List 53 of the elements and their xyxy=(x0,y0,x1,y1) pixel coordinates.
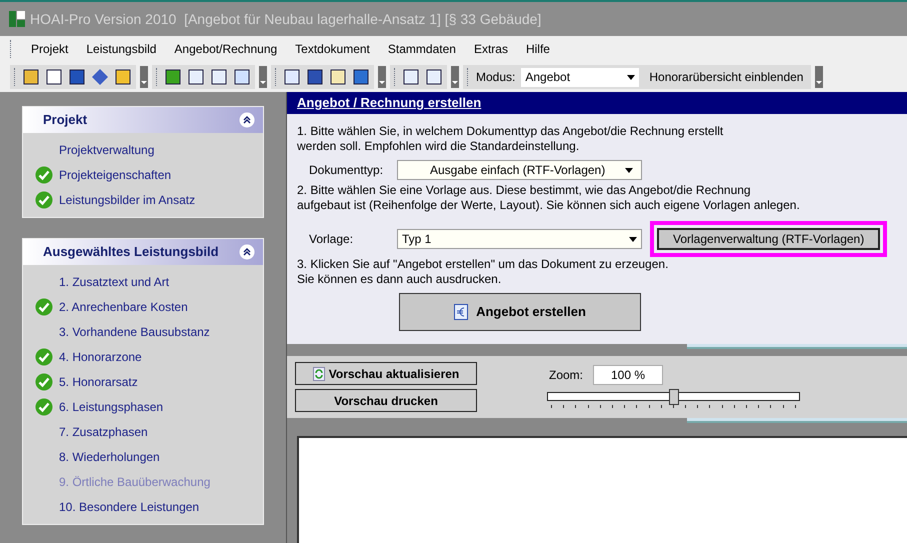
instruction-text: 1. Bitte wählen Sie, in welchem Dokumenttyp das Angebot/die Rechnung erstellt werden soll. Empfohlen wird die Standardeinstellung. xyxy=(297,124,724,154)
sidebar-link[interactable]: Leistungsbilder im Ansatz xyxy=(59,191,196,209)
document-type-dropdown[interactable]: Ausgabe einfach (RTF-Vorlagen) xyxy=(397,160,642,180)
sidebar-link[interactable]: 3. Vorhandene Bausubstanz xyxy=(59,323,210,341)
menu-item[interactable]: Extras xyxy=(474,40,508,58)
diamond-icon[interactable] xyxy=(91,68,109,86)
sidebar-link[interactable]: 4. Honorarzone xyxy=(59,348,142,366)
sidebar-link[interactable]: 5. Honorarsatz xyxy=(59,373,138,391)
collapse-icon[interactable] xyxy=(239,244,255,260)
panel-title: Angebot / Rechnung erstellen xyxy=(297,94,482,112)
window-title: HOAI-Pro Version 2010 [Angebot für Neubau lagerhalle-Ansatz 1] [§ 33 Gebäude] xyxy=(30,10,542,29)
create-offer-button[interactable]: Angebot erstellen xyxy=(399,293,641,331)
menu-item[interactable]: Hilfe xyxy=(526,40,550,58)
modus-dropdown[interactable]: Angebot xyxy=(521,68,640,86)
menu-item[interactable]: Leistungsbild xyxy=(86,40,156,58)
zoom-label: Zoom: xyxy=(549,367,584,384)
chevron-down-icon[interactable] xyxy=(451,66,459,88)
sidebar-link[interactable]: 6. Leistungsphasen xyxy=(59,398,164,416)
menu-item[interactable]: Stammdaten xyxy=(388,40,456,58)
sidebar-link[interactable]: 8. Wiederholungen xyxy=(59,448,160,466)
panel-title: Projekt xyxy=(43,111,88,130)
modus-label: Modus: xyxy=(476,69,516,86)
sidebar-link[interactable]: Projektverwaltung xyxy=(59,141,154,159)
collapse-icon[interactable] xyxy=(239,112,255,128)
sidebar-link[interactable]: Projekteigenschaften xyxy=(59,166,172,184)
sidebar-link[interactable]: 10. Besondere Leistungen xyxy=(59,498,200,516)
app-icon xyxy=(8,10,26,28)
chevron-down-icon[interactable] xyxy=(815,66,824,88)
menu-item[interactable]: Projekt xyxy=(31,40,68,58)
instruction-text: 3. Klicken Sie auf "Angebot erstellen" um das Dokument zu erzeugen. Sie können es dann auch ausdrucken. xyxy=(297,257,670,287)
caret-icon xyxy=(625,168,633,172)
sidebar-link[interactable]: 7. Zusatzphasen xyxy=(59,423,148,441)
sidebar-link[interactable]: 1. Zusatztext und Art xyxy=(59,273,170,291)
slider-thumb[interactable] xyxy=(668,389,678,405)
field-label: Vorlage: xyxy=(309,231,354,248)
toggle-button[interactable]: Honorarübersicht einblenden xyxy=(645,67,808,87)
instruction-text: 2. Bitte wählen Sie eine Vorlage aus. Diese bestimmt, wie das Angebot/die Rechnung aufgebaut ist (Reihenfolge der Werte, Layout). Sie können sich auch eigene Vorlagen anlegen. xyxy=(297,183,801,213)
sidebar-link[interactable]: 2. Anrechenbare Kosten xyxy=(59,298,188,316)
chevron-down-icon[interactable] xyxy=(259,66,267,88)
refresh-preview-button[interactable]: Vorschau aktualisieren xyxy=(295,362,477,385)
zoom-field[interactable]: 100 % xyxy=(593,365,664,385)
zoom-slider[interactable] xyxy=(547,389,800,409)
print-preview-button[interactable]: Vorschau drucken xyxy=(295,389,477,412)
caret-icon xyxy=(627,74,636,80)
menu-item[interactable]: Angebot/Rechnung xyxy=(174,40,278,58)
chevron-down-icon[interactable] xyxy=(378,66,386,88)
caret-icon xyxy=(629,236,637,242)
menu-item[interactable]: Textdokument xyxy=(295,40,370,58)
template-dropdown[interactable]: Typ 1 xyxy=(397,229,642,249)
chevron-down-icon[interactable] xyxy=(140,66,148,88)
template-manager-button[interactable]: Vorlagenverwaltung (RTF-Vorlagen) xyxy=(657,228,880,250)
field-label: Dokumenttyp: xyxy=(309,162,384,179)
panel-title: Ausgewähltes Leistungsbild xyxy=(43,243,219,262)
